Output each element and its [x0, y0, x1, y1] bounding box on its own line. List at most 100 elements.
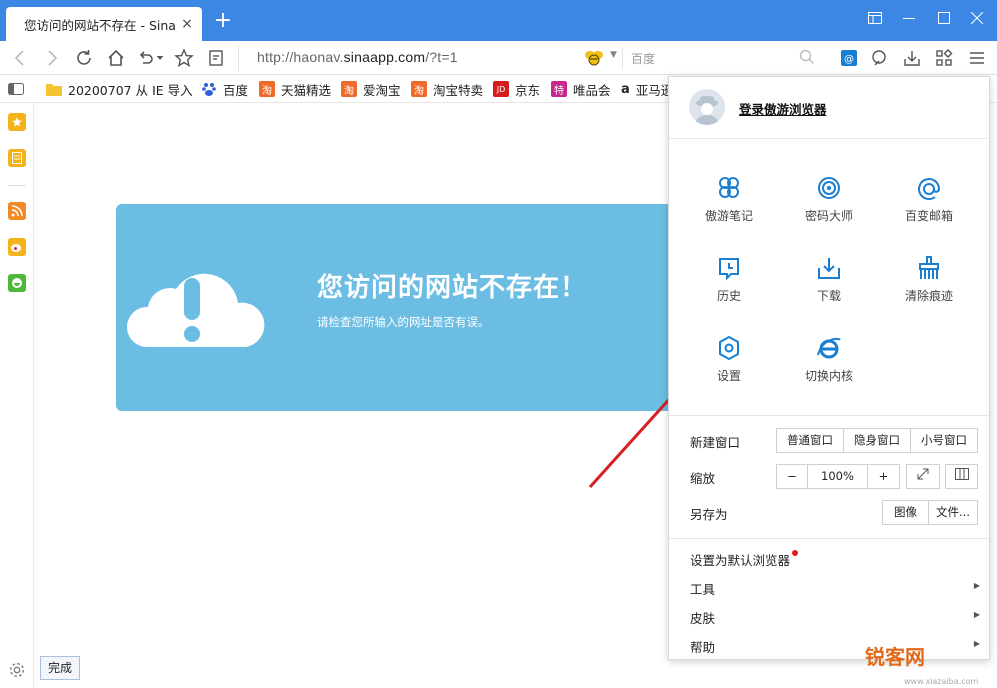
undo-dropdown-icon[interactable] [154, 46, 166, 70]
normal-window-button[interactable]: 普通窗口 [776, 428, 844, 453]
vip-icon: 特 [551, 81, 567, 97]
alt-account-window-button[interactable]: 小号窗口 [911, 428, 978, 453]
menu-notes[interactable]: 傲游笔记 [684, 175, 774, 235]
weibo-icon[interactable] [8, 238, 26, 256]
menu-history[interactable]: 历史 [684, 255, 774, 315]
bookmark-taobao-sale[interactable]: 淘 淘宝特卖 [411, 79, 483, 99]
menu-item-label: 百变邮箱 [904, 209, 953, 223]
menu-switch-core[interactable]: 切换内核 [784, 335, 874, 395]
bee-icon[interactable] [583, 49, 605, 67]
forward-icon[interactable] [40, 46, 64, 70]
reader-icon[interactable] [204, 46, 228, 70]
menu-header: 登录傲游浏览器 [669, 77, 989, 139]
menu-item-label: 傲游笔记 [704, 209, 753, 223]
menu-settings[interactable]: 设置 [684, 335, 774, 395]
new-window-label: 新建窗口 [690, 435, 741, 450]
menu-icon[interactable] [964, 46, 990, 70]
menu-item-label: 下载 [816, 289, 841, 303]
save-image-button[interactable]: 图像 [882, 500, 929, 525]
error-subtitle: 请检查您所输入的网址是否有误。 [317, 315, 490, 329]
zoom-in-button[interactable]: + [868, 464, 900, 489]
sidebar [0, 103, 34, 688]
download-icon[interactable] [899, 46, 925, 70]
search-divider [622, 47, 623, 69]
gesture-icon[interactable] [867, 46, 893, 70]
home-icon[interactable] [104, 46, 128, 70]
bookmark-amazon[interactable]: a 亚马逊 [621, 79, 668, 99]
watermark-url: www.xiazaiba.com [904, 677, 978, 686]
apps-icon[interactable] [931, 46, 957, 70]
tile-window-icon[interactable] [862, 8, 888, 32]
bookmark-vip[interactable]: 特 唯品会 [551, 79, 611, 99]
maxthon-extension-icon[interactable]: @ [836, 46, 862, 70]
maximize-icon[interactable] [931, 8, 957, 32]
zoom-out-button[interactable]: − [776, 464, 808, 489]
error-title: 您访问的网站不存在！ [317, 273, 588, 303]
tab-title: 您访问的网站不存在 - Sina A [24, 17, 180, 33]
tab-active[interactable]: 您访问的网站不存在 - Sina A × [6, 7, 202, 41]
baidu-icon [201, 81, 217, 97]
login-link[interactable]: 登录傲游浏览器 [739, 99, 827, 118]
done-button[interactable]: 完成 [40, 656, 80, 680]
address-bar[interactable]: http://haonav.sinaapp.com/?t=1 ▼ 百度 [238, 45, 820, 71]
smile-app-icon[interactable] [8, 274, 26, 292]
menu-item-label: 设置 [716, 369, 741, 383]
settings-gear-icon[interactable] [8, 661, 26, 679]
back-icon[interactable] [8, 46, 32, 70]
menu-item-label: 帮助 [690, 640, 716, 655]
private-window-button[interactable]: 隐身窗口 [844, 428, 911, 453]
menu-mail[interactable]: 百变邮箱 [884, 175, 974, 235]
bookmark-aitaobao[interactable]: 淘 爱淘宝 [341, 79, 401, 99]
split-view-button[interactable] [945, 464, 978, 489]
fullscreen-icon [917, 468, 929, 480]
menu-item-label: 历史 [716, 289, 741, 303]
menu-item-label: 切换内核 [804, 369, 853, 383]
mail-icon [918, 178, 941, 200]
menu-item-label: 皮肤 [690, 611, 716, 626]
minimize-icon[interactable] [896, 8, 922, 32]
menu-password[interactable]: 密码大师 [784, 175, 874, 235]
url-text[interactable]: http://haonav.sinaapp.com/?t=1 [257, 49, 458, 65]
menu-item-label: 清除痕迹 [904, 289, 953, 303]
fullscreen-button[interactable] [906, 464, 940, 489]
rss-icon[interactable] [8, 202, 26, 220]
avatar[interactable] [689, 89, 725, 125]
bookmark-tmall[interactable]: 淘 天猫精选 [259, 79, 331, 99]
sidebar-toggle-icon[interactable] [8, 79, 24, 99]
bookmark-label: 天猫精选 [281, 82, 332, 98]
fingerprint-icon [818, 177, 840, 199]
svg-text:@: @ [844, 54, 854, 65]
bookmark-baidu[interactable]: 百度 [201, 79, 248, 99]
set-default-browser-item[interactable]: 设置为默认浏览器 [690, 550, 980, 569]
menu-download[interactable]: 下载 [784, 255, 874, 315]
split-view-icon [954, 468, 969, 480]
main-menu-panel: 登录傲游浏览器 傲游笔记 密码大师 百变邮箱 历史 下载 清除痕迹 设置 切换内… [668, 76, 990, 660]
menu-clear-traces[interactable]: 清除痕迹 [884, 255, 974, 315]
download-icon [818, 258, 840, 279]
bookmark-folder-ie[interactable]: 20200707 从 IE 导入 [46, 79, 193, 99]
notes-sidebar-icon[interactable] [8, 149, 26, 167]
tab-close-icon[interactable]: × [180, 17, 194, 31]
menu-item-label: 工具 [690, 582, 716, 597]
zoom-value[interactable]: 100% [808, 464, 868, 489]
favorite-star-icon[interactable] [172, 46, 196, 70]
search-icon[interactable] [799, 49, 815, 65]
tao-icon: 淘 [341, 81, 357, 97]
submenu-arrow-icon: ▶ [973, 581, 980, 590]
zoom-label: 缩放 [690, 471, 716, 486]
save-file-button[interactable]: 文件... [929, 500, 978, 525]
search-engine-dropdown-icon[interactable]: ▼ [610, 50, 617, 60]
menu-item-label: 设置为默认浏览器 [690, 553, 791, 568]
menu-item-label: 密码大师 [804, 209, 853, 223]
new-tab-icon[interactable]: + [212, 10, 234, 32]
refresh-icon[interactable] [72, 46, 96, 70]
bookmark-jd[interactable]: JD 京东 [493, 79, 540, 99]
tools-menu-item[interactable]: 工具 ▶ [690, 579, 980, 598]
search-input[interactable]: 百度 [631, 50, 655, 67]
close-window-icon[interactable] [964, 8, 990, 32]
gear-icon [719, 335, 739, 361]
notes-icon [719, 177, 739, 198]
bookmark-label: 20200707 从 IE 导入 [68, 82, 193, 98]
favorites-star-icon[interactable] [8, 113, 26, 131]
watermark-logo-text: 锐客网 [865, 645, 925, 669]
